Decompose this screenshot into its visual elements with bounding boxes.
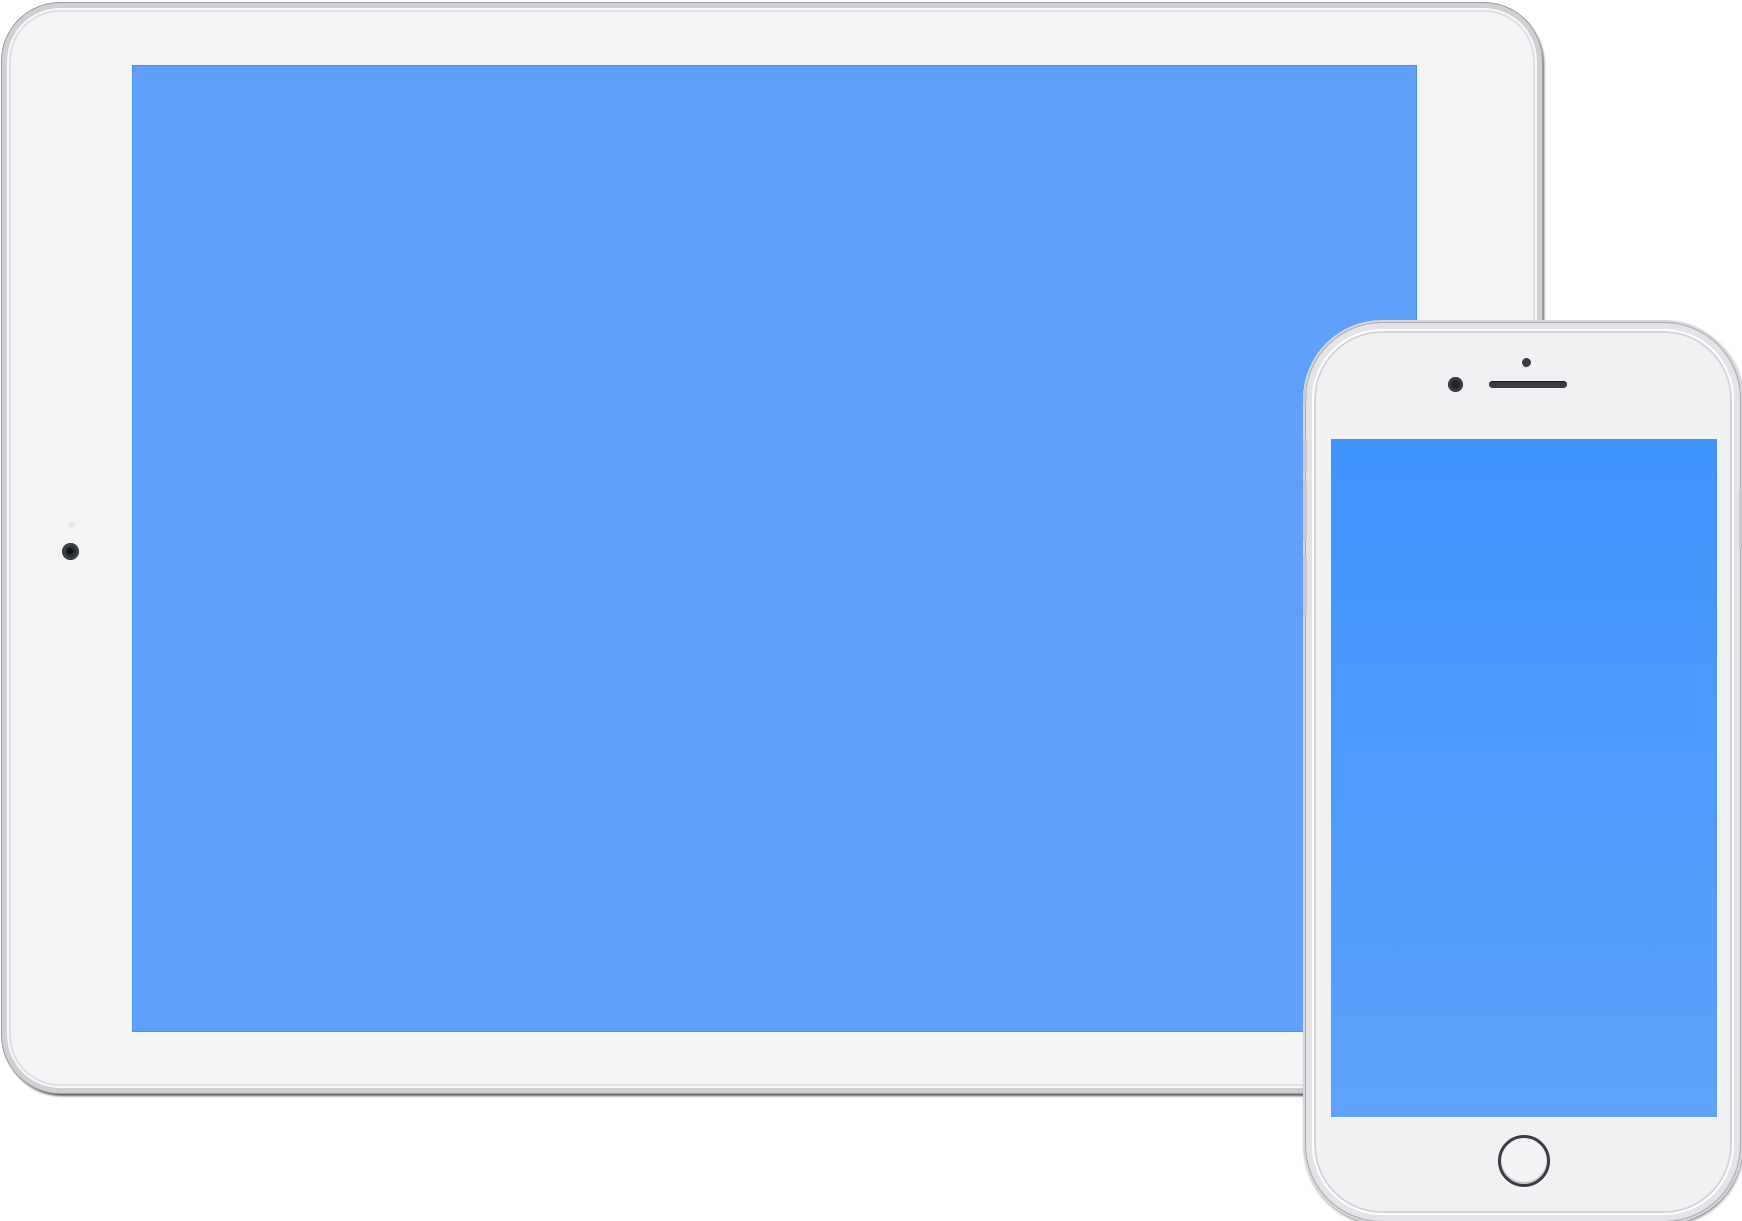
- phone-device: [1303, 323, 1742, 1221]
- mute-switch: [1303, 389, 1307, 403]
- front-camera-icon: [1448, 377, 1463, 392]
- front-camera-icon: [62, 543, 79, 560]
- volume-up-button-lower: [1303, 481, 1307, 541]
- volume-down-button: [1303, 555, 1307, 615]
- phone-screen: [1331, 439, 1717, 1117]
- volume-up-button: [1303, 439, 1307, 473]
- earpiece-speaker-icon: [1489, 381, 1567, 388]
- tablet-screen: [132, 65, 1417, 1032]
- ambient-sensor-icon: [68, 521, 75, 528]
- home-button-icon: [1498, 1135, 1550, 1187]
- proximity-sensor-icon: [1522, 358, 1531, 367]
